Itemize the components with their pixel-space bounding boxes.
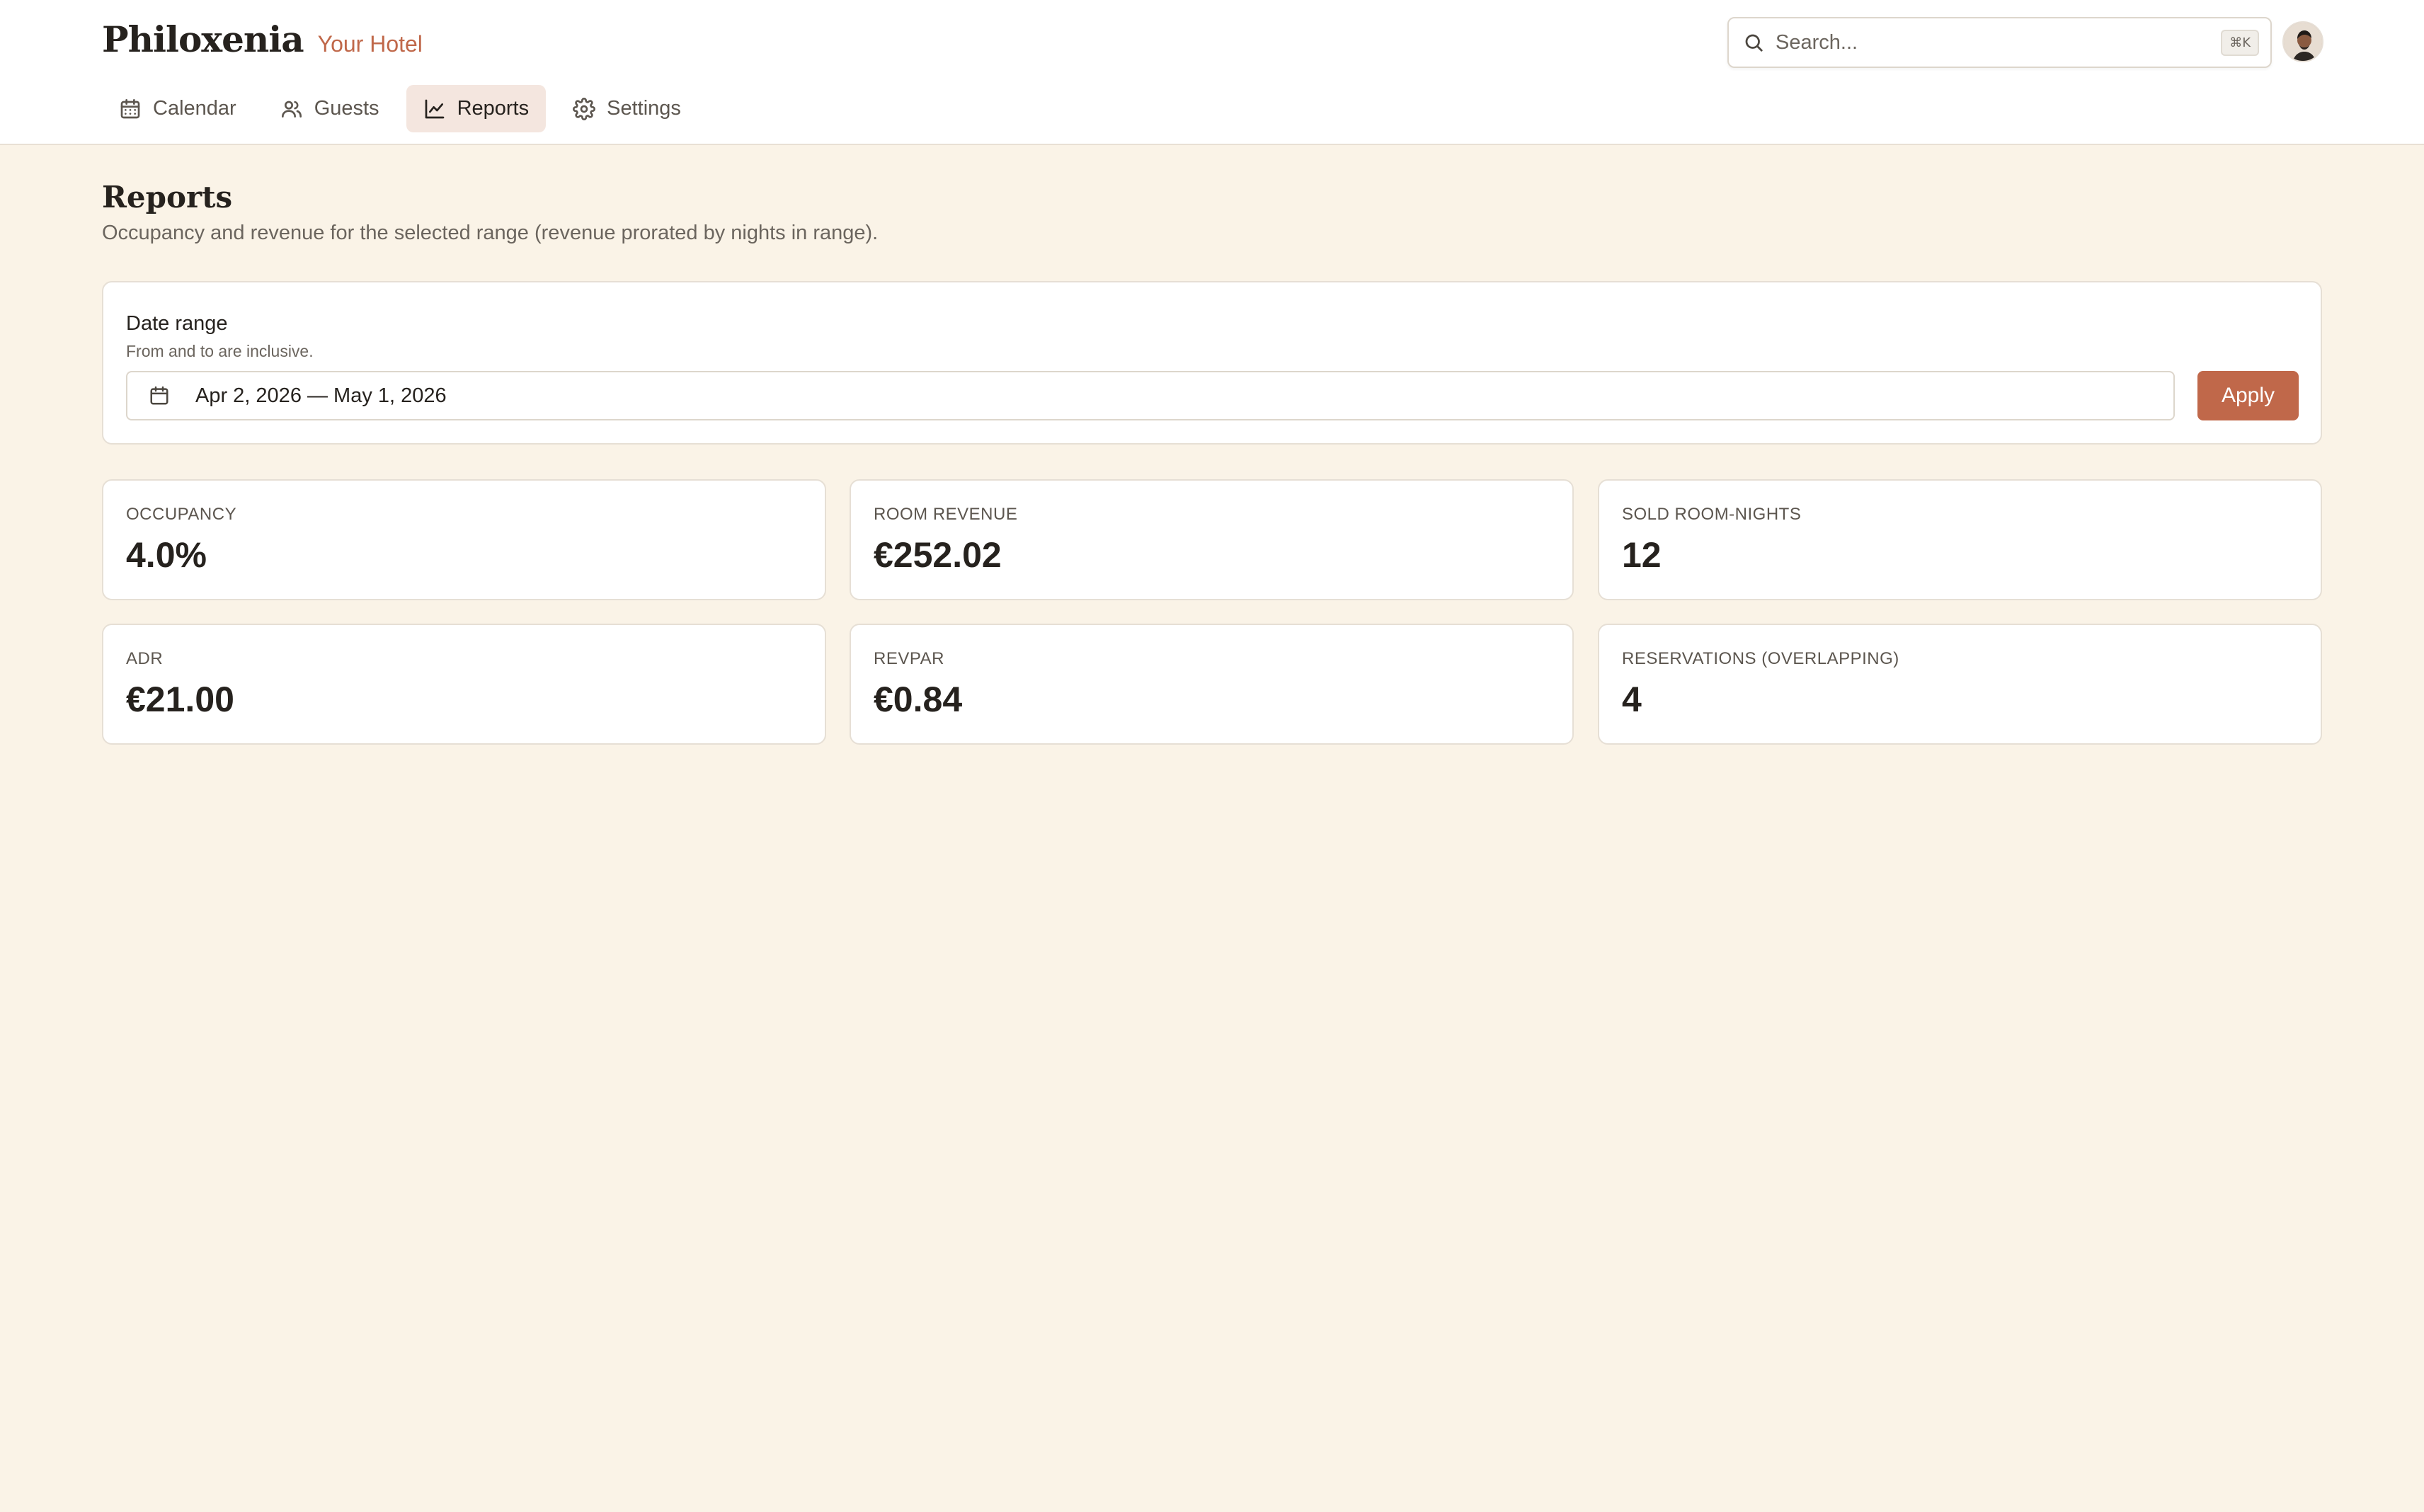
nav-item-label: Guests [314, 97, 379, 120]
users-icon [281, 101, 302, 118]
gear-icon [573, 97, 596, 120]
metric-value: 4 [1622, 680, 1642, 719]
date-range-value: Apr 2, 2026 — May 1, 2026 [195, 384, 447, 407]
search-input[interactable] [1776, 30, 2210, 55]
metric-card-sold-room-nights: SOLD ROOM-NIGHTS 12 [1598, 479, 2322, 600]
date-range-label: Date range [126, 312, 228, 335]
date-range-hint: From and to are inclusive. [126, 342, 314, 360]
search-box[interactable]: ⌘K [1727, 17, 2272, 68]
date-range-picker[interactable]: Apr 2, 2026 — May 1, 2026 [126, 371, 2175, 420]
app-name: Philoxenia [102, 18, 304, 60]
nav-item-guests[interactable]: Guests [263, 85, 396, 132]
nav-item-settings[interactable]: Settings [556, 85, 698, 132]
brand[interactable]: Philoxenia Your Hotel [102, 18, 423, 60]
metric-value: €0.84 [874, 680, 963, 719]
metric-value: €21.00 [126, 680, 234, 719]
metric-card-adr: ADR €21.00 [102, 624, 826, 745]
line-chart-icon [425, 99, 444, 118]
metric-value: €252.02 [874, 535, 1002, 575]
metric-label: RESERVATIONS (OVERLAPPING) [1622, 649, 1899, 668]
nav-item-label: Settings [607, 97, 681, 120]
calendar-icon [120, 98, 140, 118]
top-header: Philoxenia Your Hotel Calendar Guests Re… [0, 0, 2424, 145]
metric-card-room-revenue: ROOM REVENUE €252.02 [850, 479, 1574, 600]
page-description: Occupancy and revenue for the selected r… [102, 222, 879, 244]
metric-value: 12 [1622, 535, 1662, 575]
metric-card-revpar: REVPAR €0.84 [850, 624, 1574, 745]
user-avatar-icon [2284, 23, 2322, 61]
nav-item-calendar[interactable]: Calendar [102, 85, 253, 132]
main-nav: Calendar Guests Reports Settings [102, 85, 698, 132]
date-range-card: Date range From and to are inclusive. Ap… [102, 281, 2322, 445]
metric-label: SOLD ROOM-NIGHTS [1622, 505, 1802, 524]
shortcut-hint: ⌘K [2221, 29, 2259, 56]
metric-value: 4.0% [126, 535, 207, 575]
metric-card-reservations: RESERVATIONS (OVERLAPPING) 4 [1598, 624, 2322, 745]
metric-label: ADR [126, 649, 164, 668]
metric-label: ROOM REVENUE [874, 505, 1018, 524]
nav-item-reports[interactable]: Reports [406, 85, 547, 132]
nav-item-label: Reports [457, 97, 530, 120]
metric-card-occupancy: OCCUPANCY 4.0% [102, 479, 826, 600]
avatar[interactable] [2282, 21, 2323, 62]
hotel-name: Your Hotel [317, 31, 423, 57]
apply-button[interactable]: Apply [2197, 371, 2299, 420]
metric-label: OCCUPANCY [126, 505, 237, 524]
search-icon [1745, 34, 1763, 52]
calendar-icon [150, 386, 168, 405]
nav-item-label: Calendar [153, 97, 236, 120]
page-title: Reports [102, 180, 233, 214]
metric-label: REVPAR [874, 649, 944, 668]
